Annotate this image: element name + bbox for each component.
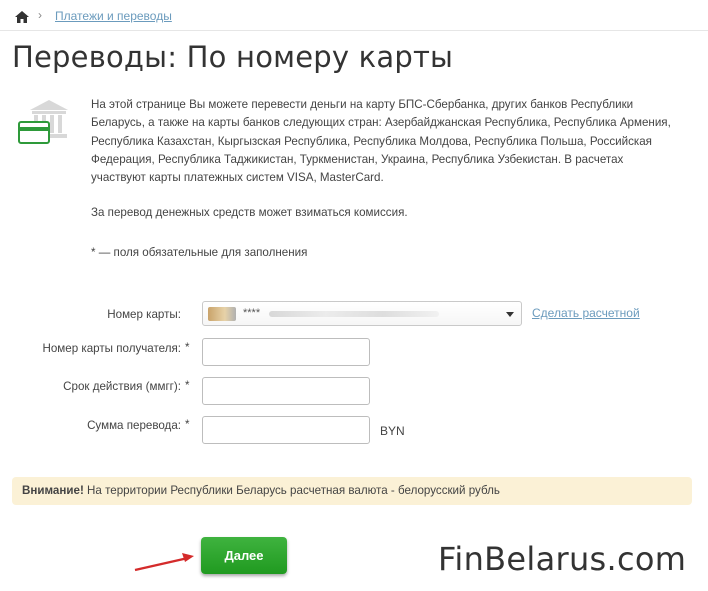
currency-warning: Внимание! На территории Республики Белар… bbox=[12, 477, 692, 505]
red-arrow-icon bbox=[134, 553, 194, 572]
amount-label: Сумма перевода: bbox=[87, 419, 181, 432]
warning-title: Внимание! bbox=[22, 484, 84, 497]
required-mark: * bbox=[185, 379, 190, 392]
header-divider bbox=[0, 30, 708, 31]
expiry-input[interactable] bbox=[202, 377, 370, 405]
breadcrumb-separator: › bbox=[38, 8, 42, 22]
currency-label: BYN bbox=[380, 424, 405, 438]
amount-input[interactable] bbox=[202, 416, 370, 444]
recipient-card-label: Номер карты получателя: bbox=[42, 342, 181, 355]
card-number-mask: **** bbox=[243, 307, 261, 319]
expiry-label: Срок действия (ммгг): bbox=[63, 380, 181, 393]
description-paragraph-countries: На этой странице Вы можете перевести ден… bbox=[91, 98, 671, 185]
bank-card-icon bbox=[18, 100, 68, 144]
breadcrumb-payments-link[interactable]: Платежи и переводы bbox=[55, 9, 172, 23]
watermark: FinBelarus.com bbox=[438, 540, 687, 578]
required-fields-note: * — поля обязательные для заполнения bbox=[91, 246, 308, 259]
next-button[interactable]: Далее bbox=[201, 537, 287, 574]
description: На этой странице Вы можете перевести ден… bbox=[91, 96, 681, 259]
card-number-label: Номер карты: bbox=[107, 308, 181, 321]
chevron-down-icon bbox=[506, 312, 514, 317]
card-number-blurred bbox=[269, 311, 439, 317]
card-thumbnail-icon bbox=[208, 307, 236, 321]
home-icon[interactable] bbox=[14, 10, 30, 24]
required-mark: * bbox=[185, 418, 190, 431]
card-select[interactable]: **** bbox=[202, 301, 522, 326]
description-paragraph-commission: За перевод денежных средств может взимат… bbox=[91, 206, 408, 219]
warning-text: На территории Республики Беларусь расчет… bbox=[83, 484, 500, 497]
make-default-card-link[interactable]: Сделать расчетной bbox=[532, 306, 640, 320]
required-mark: * bbox=[185, 341, 190, 354]
recipient-card-input[interactable] bbox=[202, 338, 370, 366]
page-title: Переводы: По номеру карты bbox=[12, 40, 454, 74]
